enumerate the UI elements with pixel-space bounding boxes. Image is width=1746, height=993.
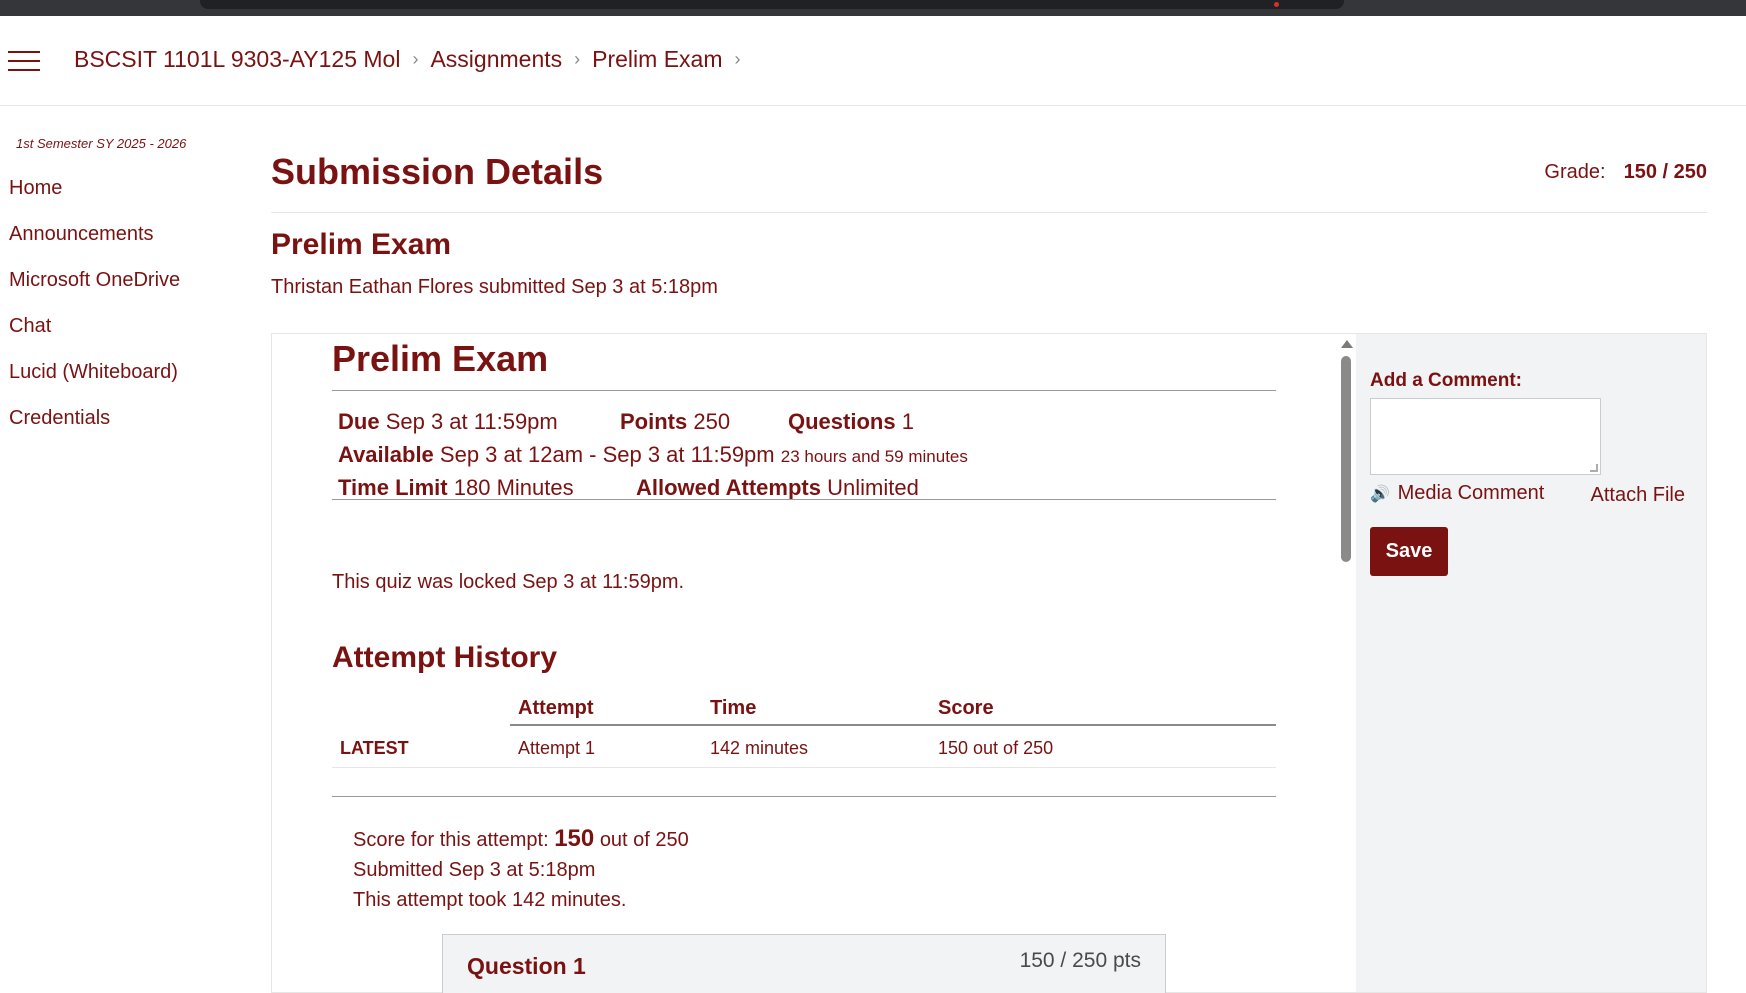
- attempt-history-title: Attempt History: [332, 641, 558, 674]
- time-limit-label: Time Limit: [338, 475, 448, 500]
- available-duration: 23 hours and 59 minutes: [780, 447, 968, 466]
- chevron-right-icon: ›: [574, 49, 581, 69]
- breadcrumb-assignments[interactable]: Assignments: [430, 46, 562, 73]
- media-comment-link[interactable]: Media Comment: [1398, 482, 1545, 504]
- chevron-right-icon: ›: [734, 49, 741, 69]
- question-points: 150 / 250 pts: [1019, 949, 1141, 972]
- top-navigation: BSCSIT 1101L 9303-AY125 Mol › Assignment…: [0, 16, 1746, 106]
- score-summary: Score for this attempt: 150 out of 250 S…: [353, 824, 689, 915]
- meta-row: Available Sep 3 at 12am - Sep 3 at 11:59…: [338, 442, 1268, 475]
- questions-label: Questions: [788, 409, 896, 434]
- duration-line: This attempt took 142 minutes.: [353, 889, 627, 911]
- grade-summary: Grade: 150 / 250: [1544, 161, 1707, 184]
- sidebar-item-announcements[interactable]: Announcements: [9, 222, 239, 268]
- attempt-time: 142 minutes: [710, 738, 809, 758]
- latest-tag: LATEST: [340, 738, 409, 758]
- page-title: Submission Details: [271, 151, 604, 192]
- score-line: Score for this attempt: 150 out of 250: [353, 824, 689, 855]
- points-value: 250: [693, 409, 731, 434]
- allowed-attempts-label: Allowed Attempts: [636, 475, 821, 500]
- quiz-meta: Due Sep 3 at 11:59pm Points 250 Question…: [338, 409, 1268, 508]
- due-value: Sep 3 at 11:59pm: [385, 409, 558, 434]
- divider: [510, 724, 1276, 726]
- sidebar-item-chat[interactable]: Chat: [9, 314, 239, 360]
- attempt-link[interactable]: Attempt 1: [518, 738, 595, 759]
- comment-actions: 🔊 Media Comment Attach File: [1370, 482, 1695, 508]
- divider: [271, 212, 1707, 213]
- divider: [332, 796, 1276, 797]
- breadcrumb-prelim-exam[interactable]: Prelim Exam: [592, 46, 722, 73]
- comment-textarea[interactable]: [1370, 398, 1601, 475]
- scroll-up-arrow-icon[interactable]: [1341, 340, 1353, 348]
- breadcrumb-course[interactable]: BSCSIT 1101L 9303-AY125 Mol: [74, 46, 400, 73]
- resize-handle-icon[interactable]: [1590, 464, 1598, 472]
- column-header-attempt: Attempt: [518, 697, 594, 719]
- points-label: Points: [620, 409, 688, 434]
- table-header: Attempt Time Score: [510, 697, 1276, 721]
- quiz-title: Prelim Exam: [332, 338, 549, 379]
- scrollbar[interactable]: [1338, 334, 1354, 993]
- grade-value: 150 / 250: [1623, 161, 1707, 183]
- save-button[interactable]: Save: [1370, 527, 1448, 576]
- address-bar[interactable]: [200, 0, 1344, 9]
- speaker-icon: 🔊: [1370, 486, 1390, 503]
- sidebar-item-microsoft-onedrive[interactable]: Microsoft OneDrive: [9, 268, 239, 314]
- breadcrumb: BSCSIT 1101L 9303-AY125 Mol › Assignment…: [74, 46, 753, 73]
- sidebar-item-credentials[interactable]: Credentials: [9, 406, 239, 452]
- submission-frame: Prelim Exam Due Sep 3 at 11:59pm Points …: [271, 333, 1707, 993]
- attempt-score: 150 out of 250: [938, 738, 1054, 758]
- available-value: Sep 3 at 12am - Sep 3 at 11:59pm: [439, 442, 775, 467]
- attach-file-link[interactable]: Attach File: [1591, 484, 1685, 507]
- question-name: Question 1: [467, 953, 586, 979]
- score-value: 150: [554, 825, 595, 852]
- submission-info: Thristan Eathan Flores submitted Sep 3 a…: [271, 276, 718, 298]
- column-header-score: Score: [938, 697, 994, 719]
- available-label: Available: [338, 442, 434, 467]
- column-header-time: Time: [710, 697, 757, 719]
- add-comment-label: Add a Comment:: [1370, 370, 1522, 391]
- browser-toolbar: [0, 0, 1746, 16]
- question-card: Question 1 150 / 250 pts: [442, 934, 1166, 993]
- questions-value: 1: [901, 409, 914, 434]
- grade-label: Grade:: [1544, 161, 1606, 183]
- sidebar-item-lucid-whiteboard[interactable]: Lucid (Whiteboard): [9, 360, 239, 406]
- submitted-line: Submitted Sep 3 at 5:18pm: [353, 859, 596, 881]
- assignment-title: Prelim Exam: [271, 228, 452, 261]
- quiz-preview: Prelim Exam Due Sep 3 at 11:59pm Points …: [272, 334, 1356, 993]
- comment-panel: Add a Comment: 🔊 Media Comment Attach Fi…: [1356, 334, 1706, 992]
- allowed-attempts-value: Unlimited: [827, 475, 919, 500]
- hamburger-menu-icon[interactable]: [8, 51, 40, 73]
- time-limit-value: 180 Minutes: [453, 475, 574, 500]
- divider: [332, 390, 1276, 391]
- meta-row: Time Limit 180 Minutes Allowed Attempts …: [338, 475, 1268, 508]
- sidebar-item-home[interactable]: Home: [9, 176, 239, 222]
- recording-indicator-icon: [1274, 2, 1279, 7]
- term-label: 1st Semester SY 2025 - 2026: [16, 136, 187, 151]
- table-row: LATEST Attempt 1 142 minutes 150 out of …: [332, 730, 1276, 768]
- chevron-right-icon: ›: [412, 49, 419, 69]
- divider: [332, 499, 1276, 500]
- meta-row: Due Sep 3 at 11:59pm Points 250 Question…: [338, 409, 1268, 442]
- course-navigation: Home Announcements Microsoft OneDrive Ch…: [9, 176, 239, 452]
- scrollbar-thumb[interactable]: [1341, 356, 1351, 562]
- due-label: Due: [338, 409, 380, 434]
- score-prefix: Score for this attempt:: [353, 829, 549, 851]
- score-suffix: out of 250: [599, 829, 689, 851]
- locked-message: This quiz was locked Sep 3 at 11:59pm.: [332, 571, 685, 593]
